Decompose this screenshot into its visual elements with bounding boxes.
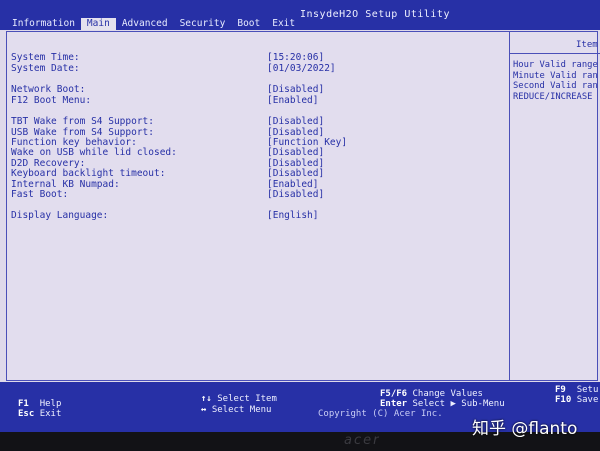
key-f9-label: Setu [576, 385, 599, 395]
setting-value[interactable]: [Disabled] [267, 116, 324, 127]
setting-value[interactable]: [Disabled] [267, 147, 324, 158]
setting-label: Keyboard backlight timeout: [11, 168, 166, 179]
setting-label: Network Boot: [11, 84, 86, 95]
setting-label: TBT Wake from S4 Support: [11, 116, 154, 127]
key-f10-label: Save [576, 395, 599, 405]
panel-divider [509, 31, 510, 381]
setting-wake-on-usb-lid[interactable]: Wake on USB while lid closed: [Disabled] [11, 147, 324, 158]
key-enter-label: Select ▶ Sub-Menu [412, 399, 505, 409]
setting-value[interactable]: [English] [267, 210, 318, 221]
setting-system-time[interactable]: System Time: [15:20:06] [11, 52, 324, 63]
menu-exit[interactable]: Exit [266, 18, 301, 30]
setting-label: System Date: [11, 63, 80, 74]
menu-bar: Information Main Advanced Security Boot … [6, 18, 301, 30]
menu-security[interactable]: Security [174, 18, 232, 30]
setting-value[interactable]: [01/03/2022] [267, 63, 336, 74]
updown-arrows-icon: ↑↓ [201, 394, 212, 404]
key-help-f9: F9 Setu [555, 385, 598, 395]
setting-label: System Time: [11, 52, 80, 63]
setting-label: Fast Boot: [11, 189, 69, 200]
key-f9: F9 [555, 385, 566, 395]
key-help-f10: F10 Save [555, 395, 598, 405]
setting-tbt-wake[interactable]: TBT Wake from S4 Support: [Disabled] [11, 116, 324, 127]
key-esc: Esc [18, 409, 35, 419]
setting-keyboard-backlight[interactable]: Keyboard backlight timeout: [Disabled] [11, 168, 324, 179]
help-text: Hour Valid range Minute Valid ran Second… [513, 60, 598, 102]
key-help-esc: Esc Exit [18, 409, 61, 419]
key-help-updown: ↑↓ Select Item [201, 394, 277, 404]
setting-value[interactable]: [Enabled] [267, 95, 318, 106]
menu-information[interactable]: Information [6, 18, 81, 30]
key-help-f1: F1 Help [18, 399, 61, 409]
menu-main[interactable]: Main [80, 18, 116, 30]
app-title: InsydeH2O Setup Utility [300, 9, 450, 20]
key-help-leftright: ↔ Select Menu [201, 405, 271, 415]
setting-label: F12 Boot Menu: [11, 95, 92, 106]
setting-system-date[interactable]: System Date: [01/03/2022] [11, 63, 336, 74]
setting-fast-boot[interactable]: Fast Boot: [Disabled] [11, 189, 324, 200]
key-leftright-label: Select Menu [211, 405, 272, 415]
key-f1-label: Help [39, 399, 62, 409]
menu-advanced[interactable]: Advanced [116, 18, 174, 30]
menu-boot[interactable]: Boot [231, 18, 266, 30]
key-f10: F10 [555, 395, 572, 405]
acer-logo: acer [344, 433, 381, 448]
setting-value[interactable]: [Disabled] [267, 168, 324, 179]
copyright: Copyright (C) Acer Inc. [318, 409, 443, 419]
key-f1: F1 [18, 399, 29, 409]
key-updown-label: Select Item [217, 394, 277, 404]
key-esc-label: Exit [39, 409, 62, 419]
key-f5f6-label: Change Values [412, 389, 483, 399]
setting-network-boot[interactable]: Network Boot: [Disabled] [11, 84, 324, 95]
help-title: Item [576, 40, 598, 50]
key-help-enter: Enter Select ▶ Sub-Menu [380, 399, 505, 409]
key-help-f5f6: F5/F6 Change Values [380, 389, 483, 399]
setting-value[interactable]: [Disabled] [267, 84, 324, 95]
setting-label: Wake on USB while lid closed: [11, 147, 177, 158]
setting-f12-boot-menu[interactable]: F12 Boot Menu: [Enabled] [11, 95, 318, 106]
key-f5f6: F5/F6 [380, 389, 408, 399]
key-enter: Enter [380, 399, 408, 409]
setting-display-language[interactable]: Display Language: [English] [11, 210, 318, 221]
watermark: 知乎 @flanto [472, 419, 578, 439]
setting-value[interactable]: [15:20:06] [267, 52, 324, 63]
bios-screen: InsydeH2O Setup Utility Information Main… [0, 0, 600, 432]
setting-value[interactable]: [Disabled] [267, 189, 324, 200]
leftright-arrows-icon: ↔ [201, 405, 207, 415]
setting-label: Display Language: [11, 210, 109, 221]
